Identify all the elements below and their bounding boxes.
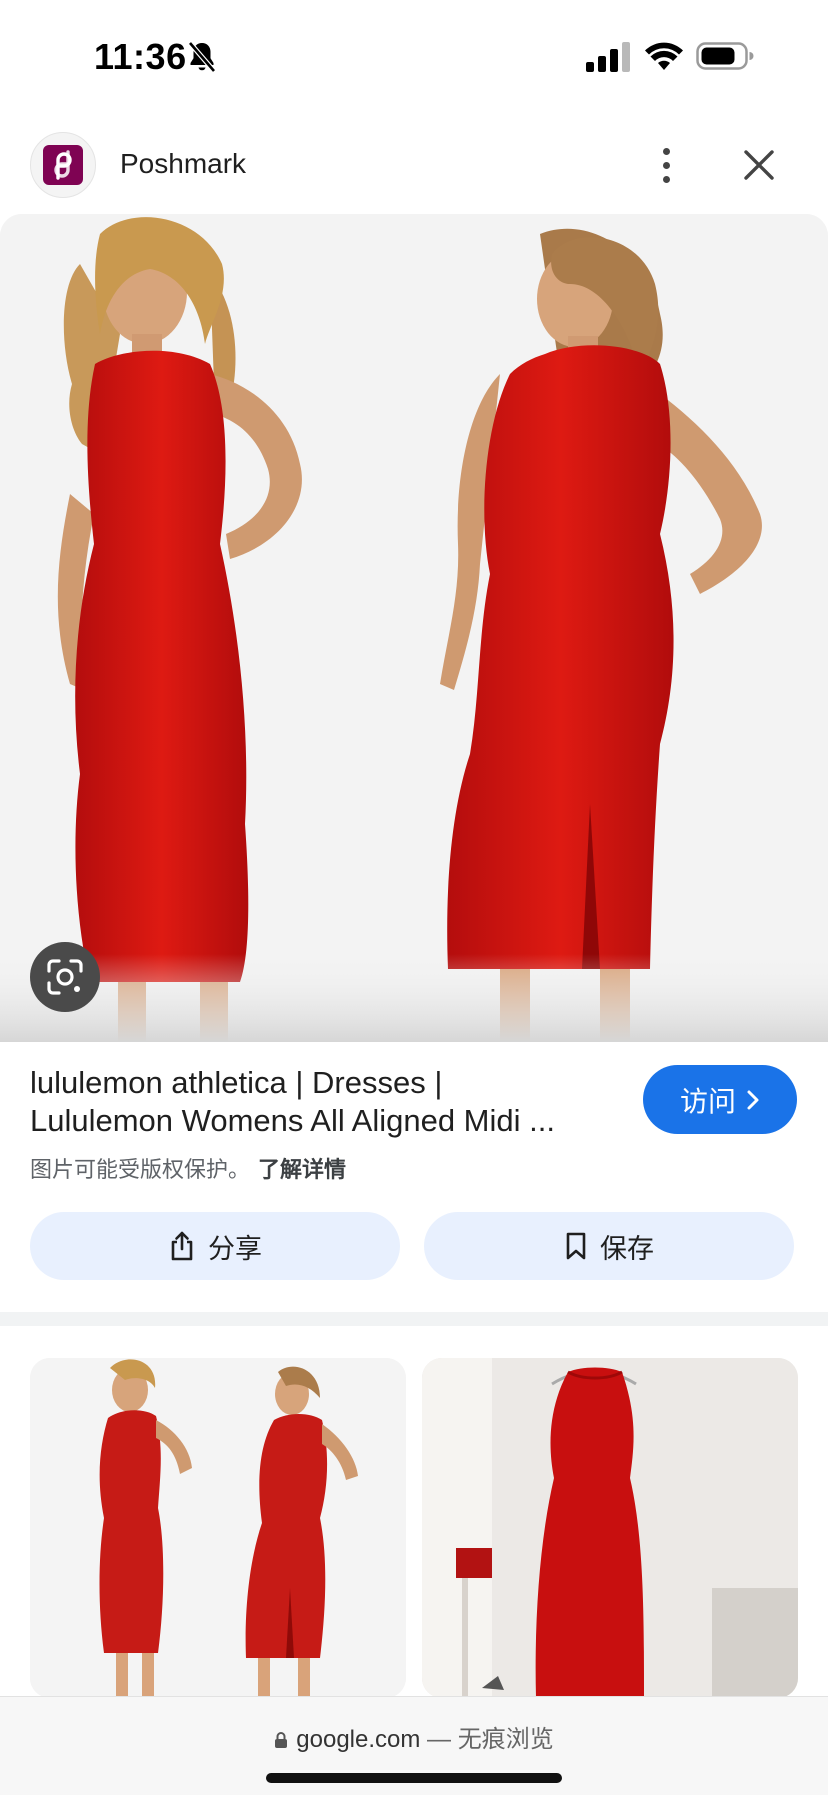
result-title-line-2: Lululemon Womens All Aligned Midi ... [30, 1103, 555, 1138]
red-dress-photo [0, 214, 828, 1042]
status-bar: 11:36 [0, 0, 828, 110]
chevron-right-icon [747, 1090, 759, 1109]
section-divider [0, 1312, 828, 1326]
google-lens-icon [47, 959, 83, 995]
result-title[interactable]: lululemon athletica | Dresses | Lululemo… [30, 1064, 590, 1140]
close-icon[interactable] [738, 144, 780, 186]
battery-icon [696, 42, 754, 70]
copyright-notice: 图片可能受版权保护。 了解详情 [30, 1152, 346, 1184]
copyright-text: 图片可能受版权保护。 [30, 1157, 251, 1182]
screen: 11:36 Poshmark lululemon athletica | Dre… [0, 0, 828, 1795]
url-separator: — [420, 1726, 458, 1753]
save-label: 保存 [600, 1233, 654, 1264]
url-display: google.com — 无痕浏览 [0, 1719, 828, 1754]
lock-icon [275, 1732, 288, 1748]
cellular-signal-icon [586, 42, 630, 72]
url-domain: google.com [296, 1726, 421, 1753]
poshmark-logo-icon[interactable] [30, 132, 96, 198]
bell-slash-icon [188, 41, 216, 73]
share-button[interactable]: 分享 [30, 1212, 400, 1280]
visit-label: 访问 [679, 1085, 736, 1117]
share-icon [171, 1231, 193, 1261]
learn-more-link[interactable]: 了解详情 [258, 1157, 346, 1182]
more-vertical-icon [662, 147, 670, 155]
result-title-line-1: lululemon athletica | Dresses | [30, 1065, 443, 1100]
incognito-label: 无痕浏览 [457, 1726, 554, 1753]
share-label: 分享 [208, 1233, 262, 1264]
related-image-dress-front-back[interactable] [30, 1358, 406, 1698]
home-indicator[interactable] [266, 1773, 562, 1783]
save-button[interactable]: 保存 [424, 1212, 794, 1280]
source-header: Poshmark [0, 126, 828, 210]
source-name[interactable]: Poshmark [120, 148, 246, 180]
bookmark-icon [566, 1232, 586, 1260]
bottom-url-bar[interactable]: google.com — 无痕浏览 [0, 1696, 828, 1795]
google-lens-button[interactable] [30, 942, 100, 1012]
more-options-button[interactable] [646, 140, 686, 190]
status-time: 11:36 [94, 36, 187, 77]
related-image-dress-on-hanger[interactable] [422, 1358, 798, 1698]
main-image[interactable] [0, 214, 828, 1042]
wifi-icon [645, 42, 683, 70]
visit-button[interactable]: 访问 [643, 1065, 797, 1134]
